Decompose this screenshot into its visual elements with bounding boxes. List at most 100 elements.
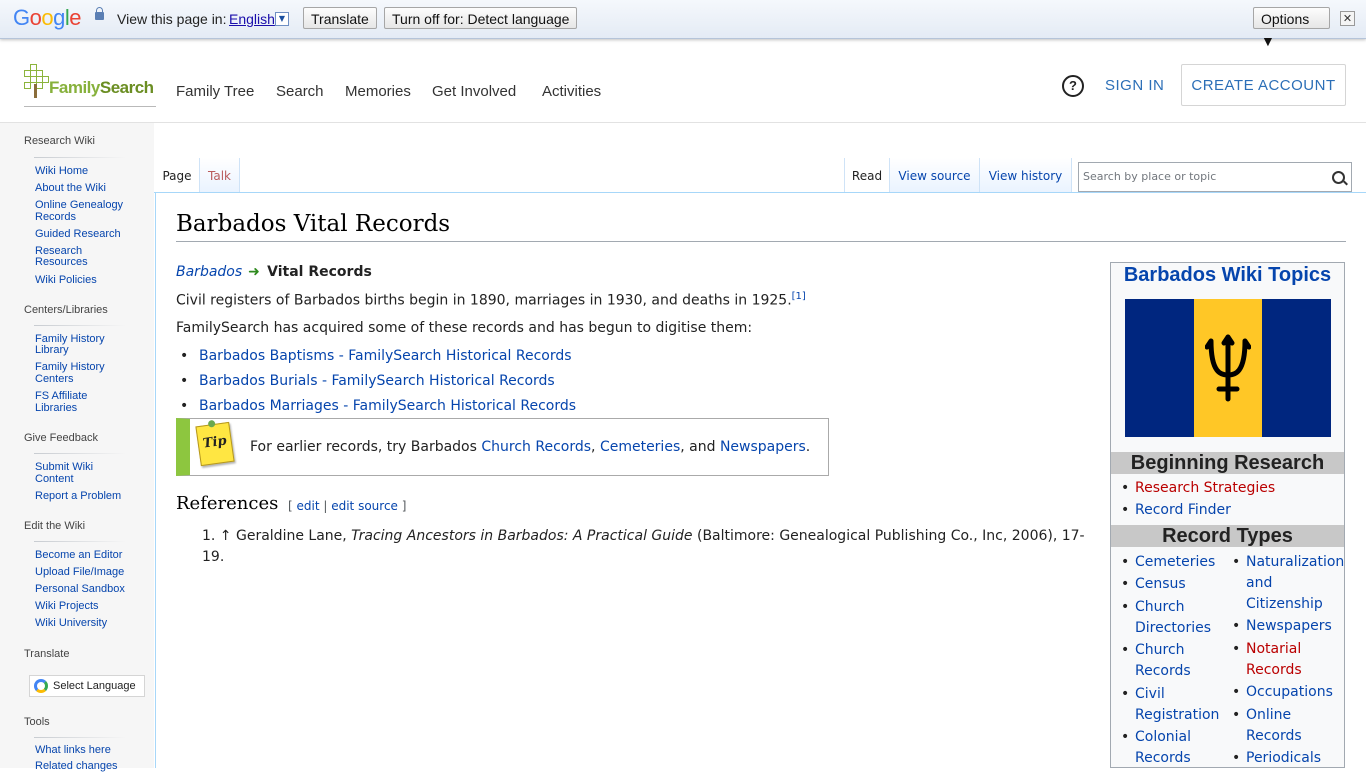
divider — [34, 541, 126, 542]
link-record-finder[interactable]: Record Finder — [1121, 500, 1231, 521]
references-heading: References — [176, 493, 279, 514]
sidebar-link-fs-affiliate-2[interactable]: Libraries — [35, 403, 135, 414]
nav-family-tree[interactable]: Family Tree — [176, 83, 254, 100]
tip-link-church-records[interactable]: Church Records — [481, 439, 591, 455]
link-naturalization[interactable]: Naturalization — [1232, 552, 1344, 573]
sidebar-link-upload-file[interactable]: Upload File/Image — [35, 567, 135, 578]
link-naturalization-3[interactable]: Citizenship — [1246, 594, 1323, 615]
tab-talk[interactable]: Talk — [200, 158, 240, 192]
sidebar-link-online-genealogy-2[interactable]: Records — [35, 212, 135, 223]
link-occupations[interactable]: Occupations — [1232, 682, 1333, 703]
sidebar-heading-centers: Centers/Libraries — [24, 304, 108, 316]
help-icon[interactable]: ? — [1062, 75, 1084, 97]
sidebar-link-related-changes[interactable]: Related changes — [35, 761, 135, 772]
edit-link[interactable]: edit — [297, 499, 320, 513]
view-page-label: View this page in: — [117, 11, 227, 27]
link-online-records[interactable]: Online — [1232, 705, 1291, 726]
edit-source-link[interactable]: edit source — [331, 499, 398, 513]
sidebar-link-guided-research[interactable]: Guided Research — [35, 229, 135, 240]
sidebar-link-what-links-here[interactable]: What links here — [35, 745, 135, 756]
breadcrumb-barbados-link[interactable]: Barbados — [176, 264, 242, 280]
link-notarial-records-2[interactable]: Records — [1246, 660, 1302, 681]
tab-view-history[interactable]: View history — [980, 158, 1072, 192]
link-naturalization-2[interactable]: and — [1246, 573, 1272, 594]
tab-view-source[interactable]: View source — [890, 158, 980, 192]
tip-link-cemeteries[interactable]: Cemeteries — [600, 439, 680, 455]
link-baptisms[interactable]: Barbados Baptisms - FamilySearch Histori… — [180, 348, 572, 364]
sidebar-link-submit-content-2[interactable]: Content — [35, 474, 135, 485]
tab-read[interactable]: Read — [844, 158, 890, 192]
sidebar-link-research-resources-2[interactable]: Resources — [35, 257, 135, 268]
link-church-records[interactable]: Church — [1121, 640, 1184, 661]
sign-in-link[interactable]: SIGN IN — [1105, 77, 1164, 94]
search-icon[interactable] — [1332, 171, 1345, 184]
site-header: FamilySearch Family Tree Search Memories… — [0, 40, 1366, 123]
sidebar-link-about-wiki[interactable]: About the Wiki — [35, 183, 135, 194]
sidebar-link-wiki-projects[interactable]: Wiki Projects — [35, 601, 135, 612]
nav-activities[interactable]: Activities — [542, 83, 601, 100]
tip-link-newspapers[interactable]: Newspapers — [720, 439, 806, 455]
sidebar-link-fs-affiliate[interactable]: FS Affiliate — [35, 391, 135, 402]
sidebar-heading-edit: Edit the Wiki — [24, 520, 86, 532]
familysearch-logo[interactable]: FamilySearch — [24, 64, 156, 107]
chevron-down-icon[interactable]: ▼ — [275, 12, 289, 26]
sidebar-heading-tools: Tools — [24, 716, 50, 728]
nav-search[interactable]: Search — [276, 83, 324, 100]
link-burials[interactable]: Barbados Burials - FamilySearch Historic… — [180, 373, 555, 389]
options-button[interactable]: Options ▼ — [1253, 7, 1330, 49]
link-periodicals[interactable]: Periodicals — [1232, 748, 1321, 767]
language-select[interactable]: English — [229, 11, 275, 27]
sidebar-link-report-problem[interactable]: Report a Problem — [35, 491, 135, 502]
link-colonial-records-2[interactable]: Records — [1135, 748, 1191, 767]
divider — [34, 737, 126, 738]
link-online-records-2[interactable]: Records — [1246, 726, 1302, 747]
search-placeholder: Search by place or topic — [1083, 170, 1217, 183]
link-notarial-records[interactable]: Notarial — [1232, 639, 1301, 660]
link-marriages[interactable]: Barbados Marriages - FamilySearch Histor… — [180, 398, 576, 414]
link-research-strategies[interactable]: Research Strategies — [1121, 478, 1275, 499]
sidebar-link-wiki-university[interactable]: Wiki University — [35, 618, 135, 629]
google-translate-bar: Google View this page in: English ▼ Tran… — [0, 0, 1366, 49]
search-input[interactable]: Search by place or topic — [1078, 162, 1352, 192]
google-icon — [34, 679, 48, 693]
divider — [34, 157, 126, 158]
link-church-records-2[interactable]: Records — [1135, 661, 1191, 682]
select-language-widget[interactable]: Select Language — [29, 675, 145, 697]
sidebar-link-online-genealogy[interactable]: Online Genealogy — [35, 200, 135, 211]
link-church-directories-2[interactable]: Directories — [1135, 618, 1211, 639]
divider — [34, 325, 126, 326]
sidebar-link-submit-content[interactable]: Submit Wiki — [35, 462, 135, 473]
create-account-button[interactable]: CREATE ACCOUNT — [1181, 64, 1346, 106]
link-colonial-records[interactable]: Colonial — [1121, 727, 1191, 748]
paragraph-civil-registers: Civil registers of Barbados births begin… — [176, 291, 806, 309]
flag-stripe — [1125, 299, 1194, 437]
link-civil-registration[interactable]: Civil — [1121, 684, 1165, 705]
reference-link[interactable]: [1] — [792, 291, 806, 302]
nav-get-involved[interactable]: Get Involved — [432, 83, 516, 100]
sidebar-heading-translate: Translate — [24, 648, 70, 660]
sidebar-link-fh-library-2[interactable]: Library — [35, 345, 135, 356]
flag-stripe — [1262, 299, 1332, 437]
sidebar-link-personal-sandbox[interactable]: Personal Sandbox — [35, 584, 135, 595]
link-newspapers[interactable]: Newspapers — [1232, 616, 1332, 637]
breadcrumb: Barbados ➜ Vital Records — [176, 264, 372, 280]
sidebar: Research Wiki Wiki Home About the Wiki O… — [0, 123, 154, 772]
sidebar-link-fh-centers[interactable]: Family History — [35, 362, 135, 373]
tip-note-icon: Tip — [195, 421, 235, 467]
paragraph-familysearch: FamilySearch has acquired some of these … — [176, 320, 753, 336]
link-church-directories[interactable]: Church — [1121, 597, 1184, 618]
translate-button[interactable]: Translate — [303, 7, 377, 29]
tip-text: For earlier records, try Barbados Church… — [250, 439, 811, 455]
turn-off-button[interactable]: Turn off for: Detect language — [384, 7, 578, 29]
sidebar-link-fh-centers-2[interactable]: Centers — [35, 374, 135, 385]
sidebar-link-become-editor[interactable]: Become an Editor — [35, 550, 135, 561]
sidebar-link-wiki-home[interactable]: Wiki Home — [35, 166, 135, 177]
link-cemeteries[interactable]: Cemeteries — [1121, 552, 1215, 573]
tab-page[interactable]: Page — [155, 158, 200, 192]
nav-memories[interactable]: Memories — [345, 83, 411, 100]
link-census[interactable]: Census — [1121, 574, 1186, 595]
link-civil-registration-2[interactable]: Registration — [1135, 705, 1219, 726]
infobox-title[interactable]: Barbados Wiki Topics — [1111, 263, 1344, 286]
sidebar-link-wiki-policies[interactable]: Wiki Policies — [35, 275, 135, 286]
close-icon[interactable]: ✕ — [1340, 11, 1355, 26]
